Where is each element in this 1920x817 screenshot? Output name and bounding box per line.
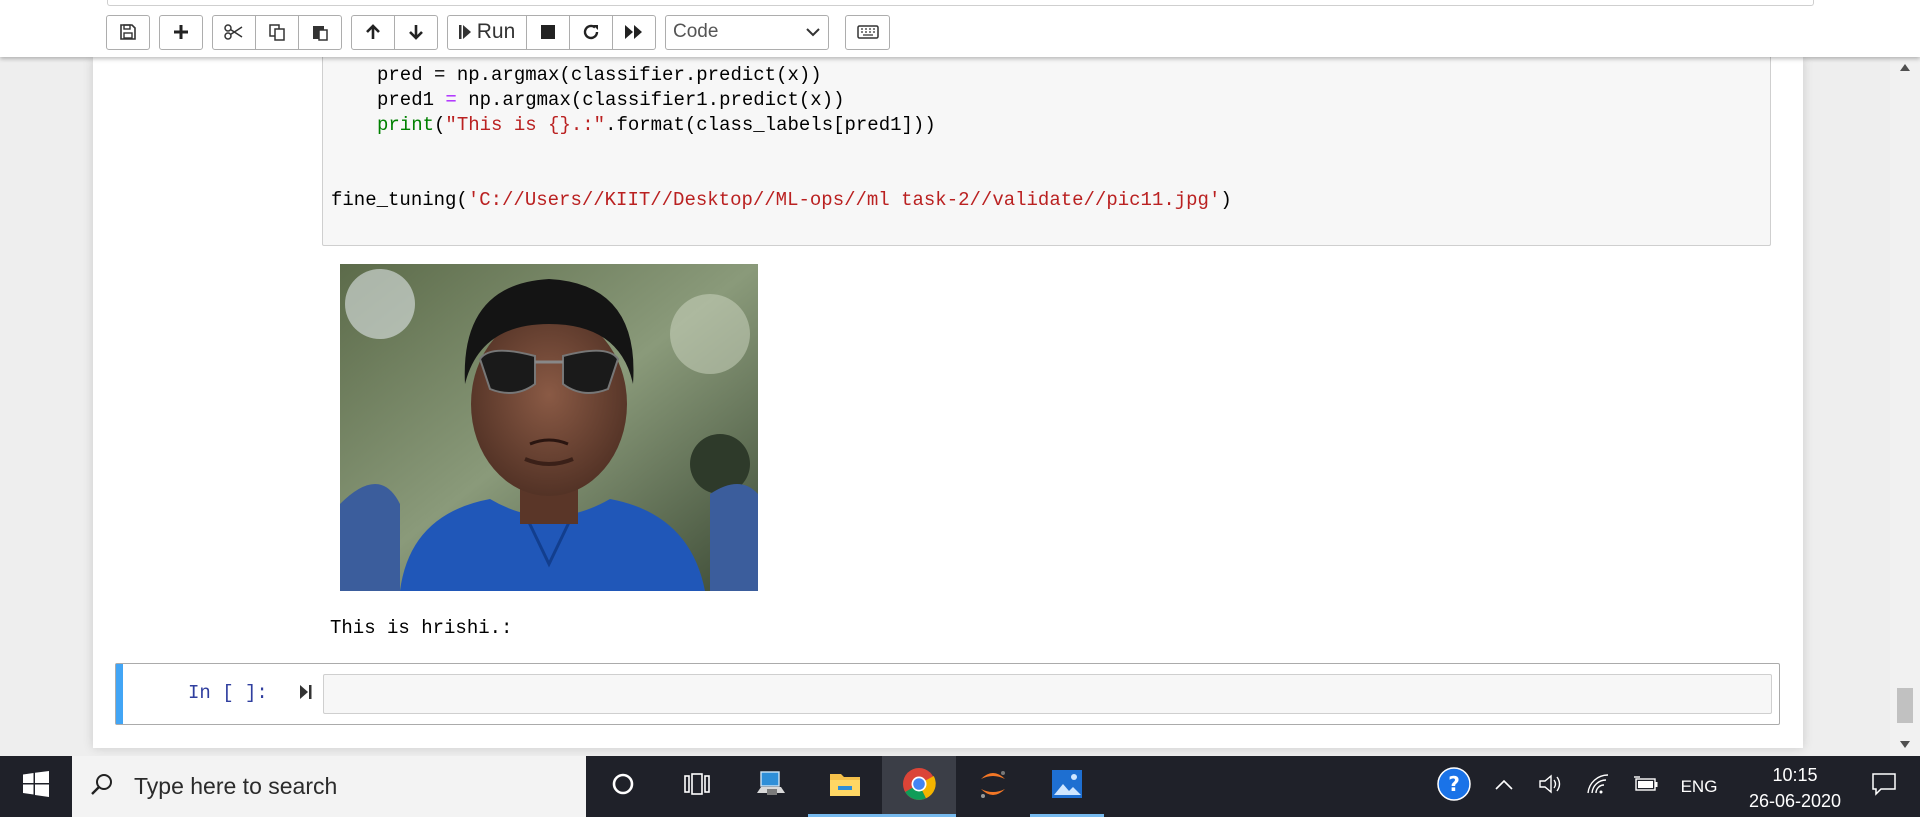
fast-forward-icon <box>624 24 644 40</box>
move-down-button[interactable] <box>394 14 438 50</box>
laptop-icon <box>755 769 787 804</box>
taskbar-app-chrome[interactable] <box>882 756 956 817</box>
notebook-toolbar: Run Code <box>0 0 1920 57</box>
start-button[interactable] <box>0 756 71 817</box>
run-label: Run <box>476 20 516 43</box>
photos-icon <box>1051 769 1083 804</box>
output-text: This is hrishi.: <box>330 617 513 639</box>
taskbar-search[interactable]: Type here to search <box>72 756 586 817</box>
taskbar-app-file-explorer[interactable] <box>808 756 882 817</box>
code-input-field[interactable] <box>323 674 1772 714</box>
selected-empty-cell[interactable]: In [ ]: <box>115 663 1780 725</box>
scrollbar-thumb[interactable] <box>1897 688 1913 723</box>
keyboard-icon <box>856 25 879 39</box>
windows-taskbar: Type here to search ? ENG 10:15 26-06-20… <box>0 756 1920 817</box>
svg-text:?: ? <box>1448 772 1460 796</box>
refresh-icon <box>582 23 600 41</box>
code-line: pred = np.argmax(classifier.predict(x)) <box>377 64 822 86</box>
run-button[interactable]: Run <box>447 14 527 50</box>
taskbar-app-jupyter[interactable] <box>956 756 1030 817</box>
code-line: fine_tuning('C://Users//KIIT//Desktop//M… <box>331 189 1232 211</box>
paste-icon <box>311 23 329 41</box>
battery-button[interactable] <box>1626 756 1666 817</box>
cortana-button[interactable] <box>586 756 660 817</box>
scroll-down-arrow-icon[interactable] <box>1900 741 1910 748</box>
move-up-button[interactable] <box>351 14 395 50</box>
copy-icon <box>268 23 286 41</box>
input-prompt: In [ ]: <box>188 682 268 704</box>
windows-logo-icon <box>22 771 49 802</box>
output-image <box>340 264 758 591</box>
language-indicator[interactable]: ENG <box>1674 756 1724 817</box>
speaker-icon <box>1538 773 1562 800</box>
code-line: pred1 = np.argmax(classifier1.predict(x)… <box>377 89 845 111</box>
interrupt-button[interactable] <box>526 14 570 50</box>
wifi-icon <box>1586 773 1610 800</box>
notification-icon <box>1871 772 1897 801</box>
jupyter-icon <box>977 768 1009 805</box>
paste-button[interactable] <box>298 14 342 50</box>
insert-cell-button[interactable] <box>159 14 203 50</box>
notebook-container: pred = np.argmax(classifier.predict(x)) … <box>93 57 1803 748</box>
command-palette-button[interactable] <box>845 14 890 50</box>
save-button[interactable] <box>106 14 150 50</box>
taskbar-app-this-pc[interactable] <box>734 756 808 817</box>
scissors-icon <box>224 23 244 41</box>
help-tray-button[interactable]: ? <box>1434 756 1474 817</box>
folder-icon <box>829 770 861 803</box>
show-hidden-icons-button[interactable] <box>1486 756 1522 817</box>
arrow-down-icon <box>407 23 425 41</box>
volume-button[interactable] <box>1530 756 1570 817</box>
chevron-up-icon <box>1495 778 1513 796</box>
cell-type-select[interactable]: Code <box>665 14 829 50</box>
step-forward-icon <box>458 24 477 40</box>
code-cell-input[interactable]: pred = np.argmax(classifier.predict(x)) … <box>322 57 1771 246</box>
page-scrollbar[interactable] <box>1890 57 1920 756</box>
cell-selection-bar <box>116 664 123 724</box>
cell-type-value: Code <box>673 21 719 42</box>
cortana-circle-icon <box>611 772 635 801</box>
search-icon <box>90 772 114 801</box>
toolbar-divider <box>107 0 1814 6</box>
taskbar-app-photos[interactable] <box>1030 756 1104 817</box>
battery-icon <box>1633 775 1659 798</box>
search-placeholder: Type here to search <box>134 773 338 799</box>
run-all-button[interactable] <box>612 14 656 50</box>
help-icon: ? <box>1437 767 1471 806</box>
chevron-down-icon <box>806 21 820 43</box>
plus-icon <box>172 23 190 41</box>
task-view-button[interactable] <box>660 756 734 817</box>
save-icon <box>119 23 137 41</box>
stop-icon <box>540 24 556 40</box>
arrow-up-icon <box>364 23 382 41</box>
run-cell-icon[interactable] <box>300 684 312 705</box>
restart-button[interactable] <box>569 14 613 50</box>
action-center-button[interactable] <box>1848 756 1920 817</box>
scroll-up-arrow-icon[interactable] <box>1900 64 1910 71</box>
network-button[interactable] <box>1578 756 1618 817</box>
code-line: print("This is {}.:".format(class_labels… <box>377 114 936 136</box>
language-label: ENG <box>1680 776 1718 796</box>
copy-button[interactable] <box>255 14 299 50</box>
chrome-icon <box>902 767 936 806</box>
task-view-icon <box>684 772 710 801</box>
cut-button[interactable] <box>212 14 256 50</box>
